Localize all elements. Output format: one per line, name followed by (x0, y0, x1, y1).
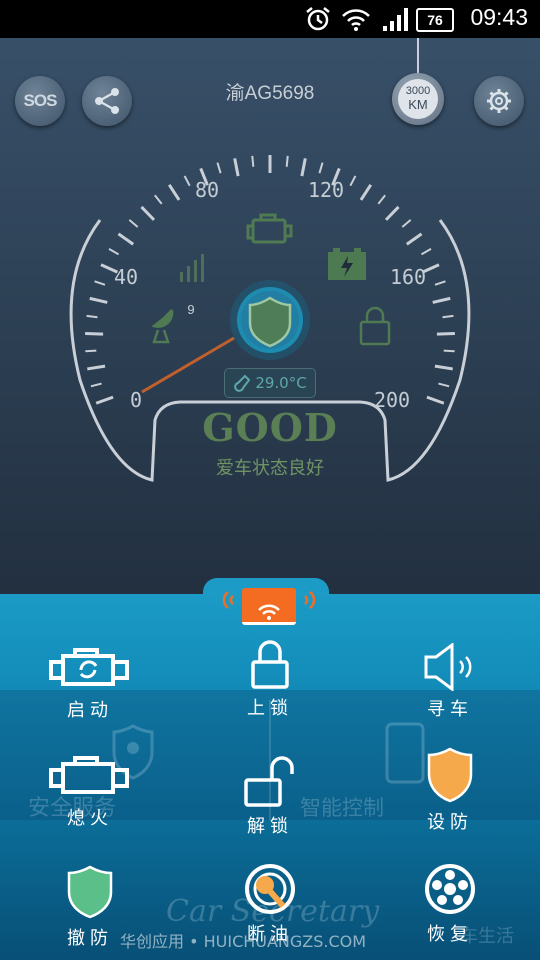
temperature-value: 29.0°C (255, 374, 307, 392)
clock: 09:43 (470, 4, 528, 30)
satellite-icon (151, 309, 174, 344)
gauge-tick-mark (108, 248, 120, 256)
restore-label: 恢复 (427, 924, 473, 945)
gauge-tick-mark (420, 248, 432, 256)
lock-status-icon (359, 306, 391, 346)
gauge-tick-40: 40 (114, 265, 138, 289)
gauge-tick-mark (183, 175, 191, 187)
gauge-tick-mark (85, 332, 104, 336)
gauge-tick-mark (87, 364, 106, 371)
gauge-tick-160: 160 (390, 265, 426, 289)
gauge-tick-mark (167, 184, 181, 201)
shield-green-icon (67, 865, 113, 919)
gauge-tick-mark (251, 155, 255, 167)
mileage-button[interactable]: 3000 KM (392, 73, 444, 125)
gauge-tick-mark (318, 162, 324, 174)
gauge-tick-mark (285, 155, 289, 167)
gauge-tick-mark (86, 314, 98, 319)
gauge-tick-mark (432, 296, 451, 304)
sos-label: SOS (23, 91, 58, 110)
gauge-tick-200: 200 (374, 388, 410, 412)
wifi-icon (342, 9, 370, 31)
gauge-tick-mark (233, 158, 240, 177)
shield-orange-icon (427, 747, 473, 803)
lock-icon (251, 640, 289, 689)
stop-engine-label: 熄火 (67, 808, 113, 829)
battery-status-icon (328, 248, 366, 280)
gauge-tick-mark (443, 349, 455, 353)
car-status-subtitle: 爱车状态良好 (216, 458, 324, 479)
thermometer-icon (234, 374, 251, 392)
gauge-tick-mark (426, 395, 445, 405)
gauge-tick-mark (117, 232, 135, 246)
wheel-icon (425, 864, 475, 914)
start-engine-button[interactable]: 启动 (20, 648, 160, 722)
gauge-tick-mark (128, 219, 139, 228)
engine-start-icon (49, 648, 129, 686)
unlock-icon (244, 756, 294, 807)
arm-button[interactable]: 设防 (380, 746, 520, 834)
sos-button[interactable]: SOS (15, 76, 65, 126)
unlock-label: 解锁 (247, 816, 293, 837)
gauge-tick-mark (349, 175, 357, 187)
gauge-tick-mark (95, 395, 114, 405)
gauge-tick-mark (405, 232, 423, 246)
remote-control-tab-icon[interactable] (242, 588, 296, 625)
gauge-tick-mark (434, 364, 453, 371)
gsm-signal-icon (180, 254, 204, 282)
shield-status-icon (248, 296, 292, 348)
gauge-tick-mark (90, 382, 102, 388)
oil-cut-icon (245, 864, 295, 914)
temperature-badge: 29.0°C (224, 368, 316, 398)
gauge-tick-mark (94, 280, 106, 286)
footer-credit: 华创应用 • HUICHUANGZS.COM (120, 932, 367, 951)
gauge-tick-mark (401, 219, 412, 228)
battery-indicator: 76 (416, 8, 454, 32)
engine-status-icon (246, 213, 293, 244)
car-status-title: GOOD (202, 405, 338, 450)
gauge-tick-mark (434, 280, 446, 286)
gauge-tick-mark (359, 184, 373, 201)
share-icon (95, 88, 119, 114)
gear-icon (487, 89, 511, 113)
alarm-icon (306, 7, 330, 31)
gauge-tick-mark (438, 382, 450, 388)
arm-label: 设防 (427, 812, 473, 833)
find-car-label: 寻车 (427, 699, 473, 720)
gauge-tick-80: 80 (195, 178, 219, 202)
gauge-tick-mark (85, 349, 97, 353)
find-car-button[interactable]: 寻车 (380, 643, 520, 721)
license-plate: 渝AG5698 (225, 83, 315, 104)
stop-engine-button[interactable]: 熄火 (20, 756, 160, 830)
gauge-tick-0: 0 (130, 388, 142, 412)
gauge-tick-mark (436, 332, 455, 336)
gauge-tick-mark (377, 194, 386, 205)
signal-waves-right-icon (304, 591, 316, 609)
gauge-tick-mark (216, 162, 222, 174)
gauge-tick-120: 120 (308, 178, 344, 202)
gauge-tick-mark (154, 194, 163, 205)
engine-stop-icon (49, 756, 129, 794)
gauge-tick-mark (300, 158, 307, 177)
status-bar: 76 09:43 (0, 0, 540, 38)
mileage-connector (417, 38, 419, 74)
restore-button[interactable]: 恢复 (380, 862, 520, 946)
signal-icon (383, 8, 408, 31)
start-engine-label: 启动 (67, 700, 113, 721)
unlock-button[interactable]: 解锁 (200, 756, 340, 838)
satellite-count: 9 (187, 302, 194, 317)
gauge-needle (141, 336, 235, 394)
lock-label: 上锁 (247, 698, 293, 719)
settings-button[interactable] (474, 76, 524, 126)
lock-button[interactable]: 上锁 (200, 640, 340, 720)
signal-waves-left-icon (222, 591, 234, 609)
gauge-tick-mark (442, 314, 454, 319)
mileage-unit: KM (408, 97, 428, 112)
share-button[interactable] (82, 76, 132, 126)
gauge-tick-mark (384, 205, 400, 221)
gauge-tick-mark (89, 296, 108, 304)
speaker-icon (424, 643, 472, 691)
gauge-tick-mark (140, 205, 156, 221)
